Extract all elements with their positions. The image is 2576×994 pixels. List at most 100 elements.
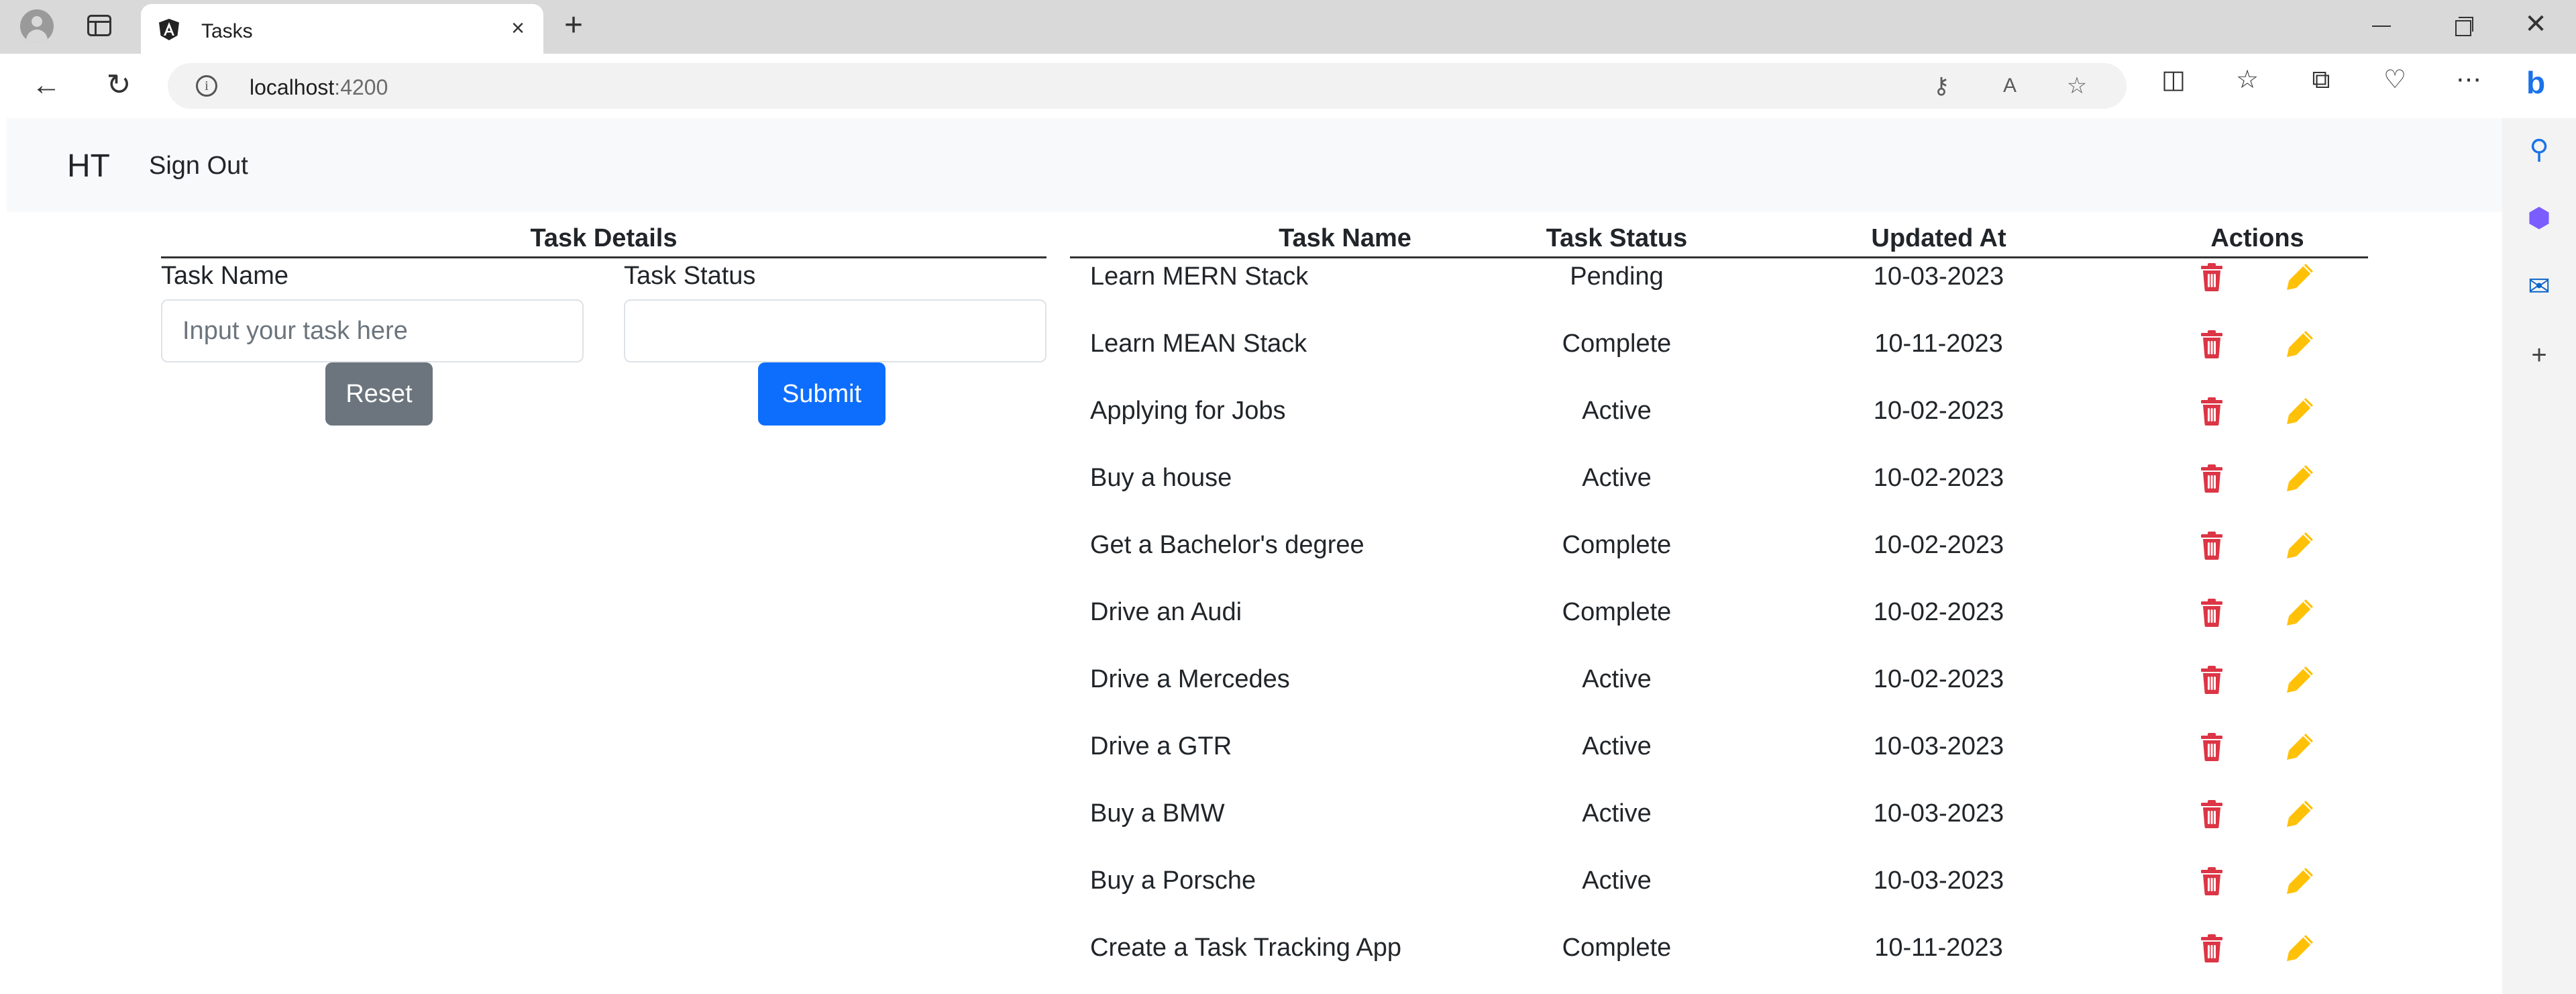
close-window-icon[interactable]: ✕ bbox=[2522, 11, 2549, 38]
profile-icon[interactable] bbox=[20, 9, 54, 43]
outlook-icon[interactable]: ✉ bbox=[2524, 271, 2555, 302]
task-name-cell: Buy a house bbox=[1090, 464, 1232, 492]
task-name-label: Task Name bbox=[161, 262, 289, 290]
collections-icon[interactable]: ⧉ bbox=[2304, 63, 2338, 97]
key-icon[interactable]: ⚷ bbox=[1928, 72, 1955, 99]
browser-essentials-icon[interactable]: ♡ bbox=[2378, 63, 2412, 97]
trash-icon[interactable] bbox=[2200, 733, 2223, 761]
table-row: Learn MERN Stack Pending 10-03-2023 bbox=[1070, 258, 2368, 325]
back-arrow-icon[interactable]: ← bbox=[30, 68, 63, 102]
updated-at-cell: 10-02-2023 bbox=[1873, 397, 2004, 425]
trash-icon[interactable] bbox=[2200, 934, 2223, 962]
table-row: Drive an Audi Complete 10-02-2023 bbox=[1070, 593, 2368, 660]
minimize-window-icon[interactable] bbox=[2368, 12, 2395, 39]
form-title: Task Details bbox=[530, 224, 678, 252]
pencil-icon[interactable] bbox=[2286, 530, 2315, 560]
task-status-cell: Active bbox=[1582, 799, 1652, 828]
browser-tab[interactable]: Tasks × bbox=[141, 4, 543, 54]
reset-button[interactable]: Reset bbox=[325, 362, 433, 426]
read-aloud-icon[interactable]: A bbox=[1996, 72, 2023, 99]
office-icon[interactable]: ⬢ bbox=[2524, 203, 2555, 234]
task-status-cell: Active bbox=[1582, 665, 1652, 693]
pencil-icon[interactable] bbox=[2286, 933, 2315, 962]
task-name-cell: Get a Bachelor's degree bbox=[1090, 531, 1364, 559]
edge-sidebar: ⚲ ⬢ ✉ + bbox=[2502, 118, 2576, 994]
trash-icon[interactable] bbox=[2200, 330, 2223, 358]
updated-at-cell: 10-02-2023 bbox=[1873, 665, 2004, 693]
updated-at-cell: 10-03-2023 bbox=[1873, 799, 2004, 828]
task-name-input[interactable] bbox=[161, 299, 584, 362]
pencil-icon[interactable] bbox=[2286, 866, 2315, 895]
task-status-cell: Active bbox=[1582, 464, 1652, 492]
tab-actions-icon[interactable] bbox=[87, 15, 111, 36]
table-row: Get a Bachelor's degree Complete 10-02-202… bbox=[1070, 526, 2368, 593]
task-status-cell: Complete bbox=[1562, 330, 1672, 358]
trash-icon[interactable] bbox=[2200, 599, 2223, 627]
favorite-star-icon[interactable]: ☆ bbox=[2063, 72, 2090, 99]
task-name-cell: Create a Task Tracking App bbox=[1090, 934, 1401, 962]
task-status-input[interactable] bbox=[624, 299, 1046, 362]
pencil-icon[interactable] bbox=[2286, 732, 2315, 761]
task-name-cell: Buy a Porsche bbox=[1090, 866, 1256, 895]
task-name-cell: Drive a Mercedes bbox=[1090, 665, 1290, 693]
table-row: Buy a house Active 10-02-2023 bbox=[1070, 459, 2368, 526]
split-screen-icon[interactable]: ◫ bbox=[2157, 63, 2190, 97]
task-status-cell: Active bbox=[1582, 866, 1652, 895]
app-brand[interactable]: HT bbox=[67, 148, 110, 185]
updated-at-cell: 10-11-2023 bbox=[1874, 934, 2003, 962]
trash-icon[interactable] bbox=[2200, 666, 2223, 694]
task-status-label: Task Status bbox=[624, 262, 756, 290]
header-task-status: Task Status bbox=[1546, 224, 1688, 252]
restore-window-icon[interactable] bbox=[2449, 11, 2475, 38]
sign-out-link[interactable]: Sign Out bbox=[149, 152, 248, 181]
close-tab-icon[interactable]: × bbox=[504, 15, 531, 42]
search-icon[interactable]: ⚲ bbox=[2524, 134, 2555, 165]
table-row: Buy a BMW Active 10-03-2023 bbox=[1070, 795, 2368, 862]
updated-at-cell: 10-11-2023 bbox=[1874, 330, 2003, 358]
updated-at-cell: 10-03-2023 bbox=[1873, 732, 2004, 760]
site-info-icon[interactable]: i bbox=[196, 75, 217, 97]
address-bar-row: ← ↻ i localhost:4200 ⚷ A ☆ ◫ ☆ ⧉ ♡ ⋯ b bbox=[0, 54, 2576, 118]
trash-icon[interactable] bbox=[2200, 464, 2223, 493]
task-name-cell: Drive a GTR bbox=[1090, 732, 1232, 760]
bing-copilot-icon[interactable]: b bbox=[2520, 62, 2563, 105]
table-row: Drive a Mercedes Active 10-02-2023 bbox=[1070, 660, 2368, 728]
pencil-icon[interactable] bbox=[2286, 329, 2315, 358]
task-status-cell: Active bbox=[1582, 397, 1652, 425]
favorites-icon[interactable]: ☆ bbox=[2231, 63, 2264, 97]
trash-icon[interactable] bbox=[2200, 867, 2223, 895]
table-row: Buy a Porsche Active 10-03-2023 bbox=[1070, 862, 2368, 929]
task-name-cell: Drive an Audi bbox=[1090, 598, 1242, 626]
address-bar[interactable]: i localhost:4200 ⚷ A ☆ bbox=[168, 63, 2127, 109]
table-row: Drive a GTR Active 10-03-2023 bbox=[1070, 728, 2368, 795]
web-page: HT Sign Out Task Details Task Name Task … bbox=[7, 118, 2502, 994]
table-row: Learn MEAN Stack Complete 10-11-2023 bbox=[1070, 325, 2368, 392]
new-tab-icon[interactable]: + bbox=[557, 9, 590, 43]
table-row: Applying for Jobs Active 10-02-2023 bbox=[1070, 392, 2368, 459]
trash-icon[interactable] bbox=[2200, 263, 2223, 291]
trash-icon[interactable] bbox=[2200, 532, 2223, 560]
pencil-icon[interactable] bbox=[2286, 262, 2315, 291]
url-text: localhost:4200 bbox=[250, 75, 388, 99]
pencil-icon[interactable] bbox=[2286, 664, 2315, 694]
form-divider bbox=[161, 256, 1046, 258]
add-sidebar-app-icon[interactable]: + bbox=[2524, 340, 2555, 370]
task-status-cell: Complete bbox=[1562, 598, 1672, 626]
pencil-icon[interactable] bbox=[2286, 463, 2315, 493]
app-navbar: HT Sign Out bbox=[7, 118, 2502, 212]
header-updated-at: Updated At bbox=[1871, 224, 2006, 252]
pencil-icon[interactable] bbox=[2286, 396, 2315, 426]
pencil-icon[interactable] bbox=[2286, 597, 2315, 627]
submit-button[interactable]: Submit bbox=[758, 362, 885, 426]
updated-at-cell: 10-03-2023 bbox=[1873, 866, 2004, 895]
updated-at-cell: 10-02-2023 bbox=[1873, 464, 2004, 492]
trash-icon[interactable] bbox=[2200, 397, 2223, 426]
pencil-icon[interactable] bbox=[2286, 799, 2315, 828]
more-options-icon[interactable]: ⋯ bbox=[2452, 63, 2485, 97]
angular-favicon-icon bbox=[159, 19, 179, 40]
task-name-cell: Applying for Jobs bbox=[1090, 397, 1286, 425]
task-status-cell: Active bbox=[1582, 732, 1652, 760]
trash-icon[interactable] bbox=[2200, 800, 2223, 828]
refresh-icon[interactable]: ↻ bbox=[102, 68, 136, 102]
browser-tab-bar: Tasks × + ✕ bbox=[0, 0, 2576, 54]
